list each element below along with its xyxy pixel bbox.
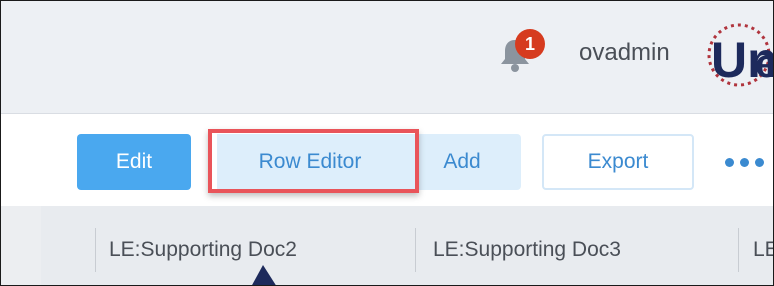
row-editor-highlight-box xyxy=(208,129,419,193)
svg-text:e: e xyxy=(755,42,773,86)
annotation-arrow-icon xyxy=(252,265,276,285)
add-button[interactable]: Add xyxy=(403,134,521,190)
grid-column-header-row: LE:Supporting Doc2 LE:Supporting Doc3 LE xyxy=(1,206,773,285)
column-header-supporting-doc2[interactable]: LE:Supporting Doc2 xyxy=(109,238,297,262)
column-header-next[interactable]: LE xyxy=(753,238,773,262)
notification-badge[interactable]: 1 xyxy=(515,29,545,59)
onestream-logo-icon: Un e xyxy=(707,23,773,88)
edit-button[interactable]: Edit xyxy=(77,134,191,190)
username-label[interactable]: ovadmin xyxy=(579,39,670,67)
column-separator[interactable] xyxy=(738,228,739,272)
export-button[interactable]: Export xyxy=(542,134,694,190)
more-dots-icon[interactable] xyxy=(723,154,773,170)
column-separator[interactable] xyxy=(415,228,416,272)
top-header: 1 ovadmin Un e xyxy=(1,1,773,114)
column-header-supporting-doc3[interactable]: LE:Supporting Doc3 xyxy=(433,238,621,262)
column-separator[interactable] xyxy=(95,228,96,272)
toolbar: Edit Row Editor Add Export xyxy=(1,114,773,206)
app-frame: 1 ovadmin Un e Edit Row Editor Add Expor… xyxy=(0,0,774,286)
